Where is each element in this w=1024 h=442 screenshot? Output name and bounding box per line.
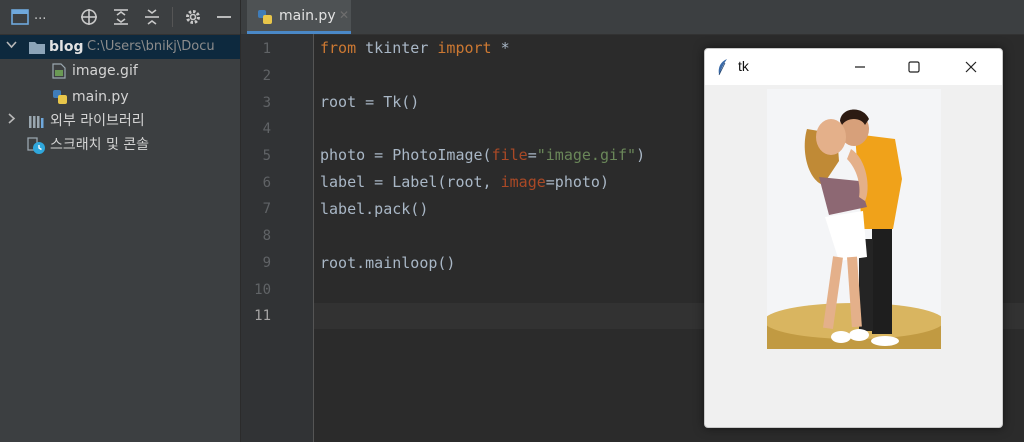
figurine-image	[764, 109, 944, 364]
tk-titlebar[interactable]: tk	[705, 49, 1002, 85]
python-file-icon	[52, 89, 68, 109]
line-number: 4	[262, 121, 271, 137]
window-icon[interactable]	[10, 7, 30, 27]
keyword: import	[437, 39, 492, 57]
gear-icon[interactable]	[183, 7, 203, 27]
chevron-right-icon[interactable]	[6, 109, 17, 133]
line-number-current: 11	[254, 308, 271, 324]
project-toolbar: ...	[0, 0, 240, 35]
keyword: from	[320, 39, 357, 57]
code-line-9[interactable]: root.mainloop()	[320, 250, 455, 276]
tree-item-label: 스크래치 및 콘솔	[50, 137, 150, 153]
chevron-down-icon[interactable]	[6, 35, 17, 59]
editor-tab-bar: main.py ✕	[241, 0, 1024, 35]
expand-all-icon[interactable]	[111, 7, 131, 27]
tree-item-scratches[interactable]: 스크래치 및 콘솔	[0, 133, 240, 157]
code-line-5[interactable]: photo = PhotoImage(file="image.gif")	[320, 142, 645, 168]
code-token: =photo)	[545, 173, 609, 191]
tree-item-blog[interactable]: blog C:\Users\bnikj\Docu	[0, 35, 240, 59]
python-file-icon	[257, 9, 273, 29]
code-token: root = Tk()	[320, 93, 420, 111]
code-token: *	[491, 39, 510, 57]
code-token: root.mainloop()	[320, 254, 456, 272]
code-token: label.pack()	[320, 200, 429, 218]
line-number: 6	[262, 175, 271, 191]
code-token: =	[527, 146, 537, 164]
line-number: 2	[262, 68, 271, 84]
project-panel: ... blog C:\Users\bnikj\Docu image.gif m…	[0, 0, 240, 442]
minimize-icon[interactable]	[214, 7, 234, 27]
parameter: image	[500, 173, 546, 191]
line-number: 10	[254, 282, 271, 298]
tab-label: main.py	[279, 8, 336, 24]
code-line-1[interactable]: from tkinter import *	[320, 35, 510, 61]
feather-icon	[716, 58, 730, 80]
code-token: tkinter	[356, 39, 438, 57]
project-path: C:\Users\bnikj\Docu	[87, 39, 215, 54]
folder-icon	[28, 39, 46, 59]
library-icon	[28, 113, 46, 133]
crosshair-icon[interactable]	[79, 7, 99, 27]
line-number: 1	[262, 41, 271, 57]
line-number: 8	[262, 228, 271, 244]
minimize-button[interactable]	[837, 49, 883, 85]
code-line-3[interactable]: root = Tk()	[320, 89, 419, 115]
tree-item-label: blog	[49, 39, 84, 55]
toolbar-divider	[172, 7, 173, 27]
code-token: label = Label(root,	[320, 173, 501, 191]
tree-item-main-py[interactable]: main.py	[0, 85, 240, 109]
close-icon[interactable]: ✕	[339, 8, 349, 22]
scratch-console-icon	[26, 137, 46, 157]
tree-item-label: image.gif	[72, 63, 138, 79]
window-title: tk	[738, 58, 749, 74]
tree-item-image-gif[interactable]: image.gif	[0, 59, 240, 83]
line-number: 9	[262, 255, 271, 271]
tk-window[interactable]: tk	[704, 48, 1003, 428]
line-number: 7	[262, 201, 271, 217]
image-label	[764, 89, 944, 364]
tree-item-external-libraries[interactable]: 외부 라이브러리	[0, 109, 240, 133]
code-line-7[interactable]: label.pack()	[320, 196, 428, 222]
code-token: photo = PhotoImage(	[320, 146, 492, 164]
parameter: file	[491, 146, 528, 164]
line-number: 5	[262, 148, 271, 164]
project-name[interactable]: ...	[34, 8, 46, 23]
tab-main-py[interactable]: main.py ✕	[247, 0, 351, 34]
gif-file-icon	[52, 63, 66, 83]
string-literal: "image.gif"	[536, 146, 637, 164]
code-line-6[interactable]: label = Label(root, image=photo)	[320, 169, 609, 195]
close-button[interactable]	[948, 49, 994, 85]
line-number: 3	[262, 95, 271, 111]
tree-item-label: main.py	[72, 89, 129, 105]
code-token: )	[636, 146, 646, 164]
maximize-button[interactable]	[891, 49, 937, 85]
tree-item-label: 외부 라이브러리	[50, 113, 145, 129]
collapse-all-icon[interactable]	[142, 7, 162, 27]
